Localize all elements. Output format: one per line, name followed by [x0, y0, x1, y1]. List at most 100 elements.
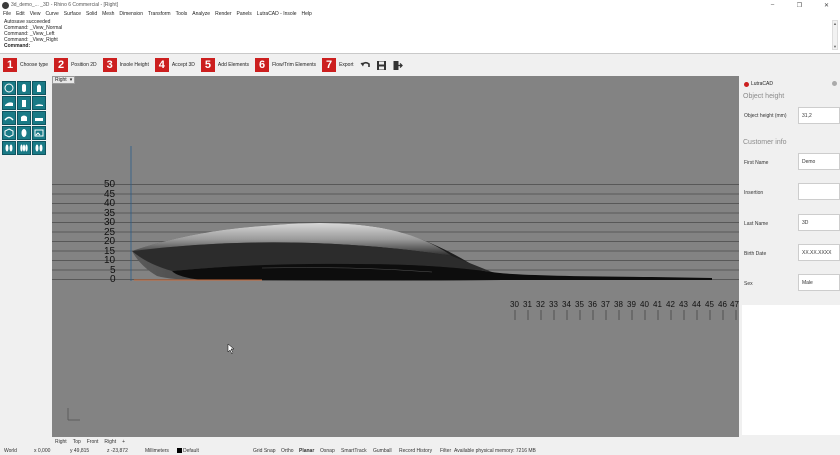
image-icon[interactable]: [32, 126, 46, 140]
lutracad-panel: LutraCAD Object height Object height (mm…: [739, 76, 840, 437]
menu-lutracad[interactable]: LutraCAD - Insole: [257, 11, 297, 17]
close-button[interactable]: ✕: [813, 0, 840, 10]
menu-panels[interactable]: Panels: [237, 11, 252, 17]
length-label: 42: [666, 300, 675, 309]
scroll-up-icon[interactable]: ▲: [833, 21, 837, 26]
smarttrack-toggle[interactable]: SmartTrack: [341, 448, 367, 454]
menu-transform[interactable]: Transform: [148, 11, 171, 17]
birth-date-label: Birth Date: [744, 251, 767, 257]
menu-solid[interactable]: Solid: [86, 11, 97, 17]
foot-top-icon[interactable]: [17, 81, 31, 95]
menu-analyze[interactable]: Analyze: [192, 11, 210, 17]
step-flow-trim[interactable]: 6 Flow/Trim Elements: [255, 58, 316, 72]
panel-header-label: LutraCAD: [751, 81, 773, 87]
undo-icon[interactable]: [360, 60, 371, 71]
sole-flat-icon[interactable]: [32, 111, 46, 125]
menu-mesh[interactable]: Mesh: [102, 11, 114, 17]
height-label: 0: [110, 274, 116, 285]
mirror-feet-icon[interactable]: [32, 141, 46, 155]
scroll-down-icon[interactable]: ▼: [833, 44, 837, 49]
step-number: 2: [54, 58, 69, 72]
step-export[interactable]: 7 Export: [322, 58, 354, 72]
length-label: 44: [692, 300, 701, 309]
model-canvas: [52, 146, 739, 421]
customer-info-section: Customer info: [743, 139, 787, 146]
menu-surface[interactable]: Surface: [64, 11, 81, 17]
step-position-2d[interactable]: 2 Position 2D: [54, 58, 97, 72]
length-label: 35: [575, 300, 584, 309]
length-label: 43: [679, 300, 688, 309]
menu-tools[interactable]: Tools: [176, 11, 188, 17]
layer-status[interactable]: Default: [177, 448, 199, 454]
step-label: Accept 3D: [171, 62, 195, 68]
units-status[interactable]: Millimeters: [145, 448, 169, 454]
step-accept-3d[interactable]: 4 Accept 3D: [154, 58, 195, 72]
step-insole-height[interactable]: 3 Insole Height: [102, 58, 149, 72]
birth-date-input[interactable]: XX.XX.XXXX: [798, 244, 840, 261]
panel-close-icon[interactable]: [832, 81, 837, 86]
record-history-toggle[interactable]: Record History: [399, 448, 432, 454]
insole-profile-icon[interactable]: [32, 96, 46, 110]
step-choose-type[interactable]: 1 Choose type: [3, 58, 48, 72]
mouse-cursor-icon: [227, 343, 235, 355]
cube-icon[interactable]: [2, 126, 16, 140]
menu-view[interactable]: View: [30, 11, 41, 17]
save-icon[interactable]: [376, 60, 387, 71]
cplane-status[interactable]: World: [4, 448, 17, 454]
foot-print-icon[interactable]: [17, 126, 31, 140]
planar-toggle[interactable]: Planar: [299, 448, 314, 454]
viewport-right[interactable]: Right ▾ 50 45 40 35 30 25 20 15 10 5 0 3…: [52, 76, 739, 437]
tab-right[interactable]: Right: [55, 439, 67, 445]
menu-edit[interactable]: Edit: [16, 11, 25, 17]
length-label: 47: [730, 300, 739, 309]
multi-feet-icon[interactable]: [17, 141, 31, 155]
length-label: 41: [653, 300, 662, 309]
foot-outline-icon[interactable]: [2, 81, 16, 95]
length-label: 46: [718, 300, 727, 309]
tab-top[interactable]: Top: [73, 439, 81, 445]
rhino-app-icon: [2, 1, 9, 9]
object-height-input[interactable]: 31,2: [798, 107, 840, 124]
insertion-input[interactable]: [798, 183, 840, 200]
layer-name: Default: [183, 448, 199, 454]
insole-model[interactable]: [132, 222, 712, 281]
minimize-button[interactable]: –: [759, 0, 786, 10]
pair-feet-icon[interactable]: [2, 141, 16, 155]
viewport-tabs: Right Top Front Right +: [52, 437, 739, 446]
filter-toggle[interactable]: Filter: [440, 448, 451, 454]
tab-front[interactable]: Front: [87, 439, 99, 445]
step-add-elements[interactable]: 5 Add Elements: [200, 58, 249, 72]
maximize-button[interactable]: ❐: [786, 0, 813, 10]
length-label: 31: [523, 300, 532, 309]
command-scrollbar[interactable]: ▲ ▼: [832, 20, 838, 50]
arch-icon[interactable]: [2, 111, 16, 125]
heel-icon[interactable]: [17, 96, 31, 110]
last-name-input[interactable]: 3D: [798, 214, 840, 231]
grid-snap-toggle[interactable]: Grid Snap: [253, 448, 276, 454]
length-ticks: [514, 310, 737, 320]
object-height-section: Object height: [743, 93, 785, 100]
gumball-toggle[interactable]: Gumball: [373, 448, 392, 454]
menu-file[interactable]: File: [3, 11, 11, 17]
forefoot-icon[interactable]: [17, 111, 31, 125]
menu-curve[interactable]: Curve: [45, 11, 58, 17]
command-prompt[interactable]: Command:: [4, 43, 30, 49]
osnap-toggle[interactable]: Osnap: [320, 448, 335, 454]
shoe-side-icon[interactable]: [2, 96, 16, 110]
axis-indicator: [67, 408, 80, 421]
add-tab-icon[interactable]: +: [122, 439, 125, 445]
lutracad-logo-icon: [744, 81, 749, 87]
length-label: 45: [705, 300, 714, 309]
sex-select[interactable]: Male: [798, 274, 840, 291]
length-label: 36: [588, 300, 597, 309]
hand-icon[interactable]: [32, 81, 46, 95]
menu-dimension[interactable]: Dimension: [119, 11, 143, 17]
tab-right-2[interactable]: Right: [104, 439, 116, 445]
ortho-toggle[interactable]: Ortho: [281, 448, 294, 454]
menu-help[interactable]: Help: [302, 11, 312, 17]
first-name-input[interactable]: Demo: [798, 153, 840, 170]
exit-icon[interactable]: [392, 60, 403, 71]
menu-render[interactable]: Render: [215, 11, 231, 17]
insertion-label: Insertion: [744, 190, 764, 196]
step-number: 1: [3, 58, 17, 72]
